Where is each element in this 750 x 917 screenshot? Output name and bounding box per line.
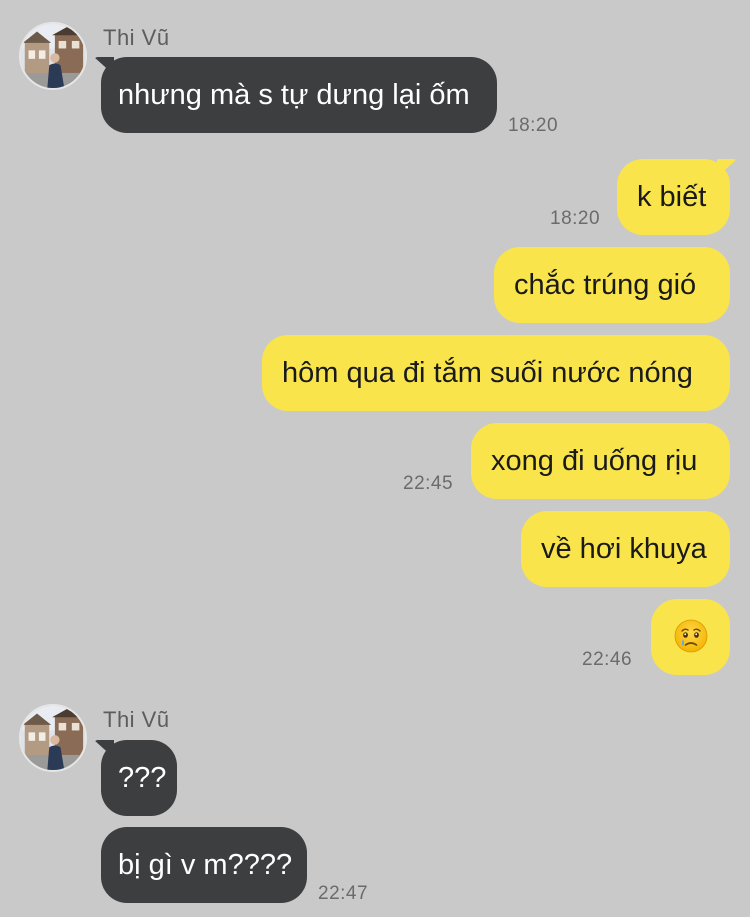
message-timestamp: 22:45 (403, 473, 454, 494)
message-bubble[interactable]: nhưng mà s tự dưng lại ốm (101, 57, 497, 133)
message-timestamp: 18:20 (550, 208, 601, 229)
message-bubble[interactable]: chắc trúng gió (494, 247, 730, 323)
sender-name: Thi Vũ (103, 25, 170, 50)
message-bubble[interactable]: k biết (617, 159, 730, 235)
message-bubble[interactable]: hôm qua đi tắm suối nước nóng (262, 335, 730, 411)
message-bubble[interactable]: ??? (101, 740, 177, 816)
message-timestamp: 22:47 (318, 883, 369, 904)
contact-avatar[interactable] (19, 22, 87, 90)
message-bubble[interactable]: xong đi uống rịu (471, 423, 730, 499)
message-bubble[interactable]: về hơi khuya (521, 511, 730, 587)
message-timestamp: 22:46 (582, 649, 633, 670)
sender-name: Thi Vũ (103, 707, 170, 732)
face-holding-back-tears-icon (674, 619, 707, 653)
contact-avatar[interactable] (19, 704, 87, 772)
message-timestamp: 18:20 (508, 115, 559, 136)
message-bubble[interactable]: bị gì v m???? (101, 827, 307, 903)
contact-photo-icon (21, 706, 85, 770)
emoji-message-bubble[interactable] (651, 599, 730, 675)
contact-photo-icon (21, 24, 85, 88)
